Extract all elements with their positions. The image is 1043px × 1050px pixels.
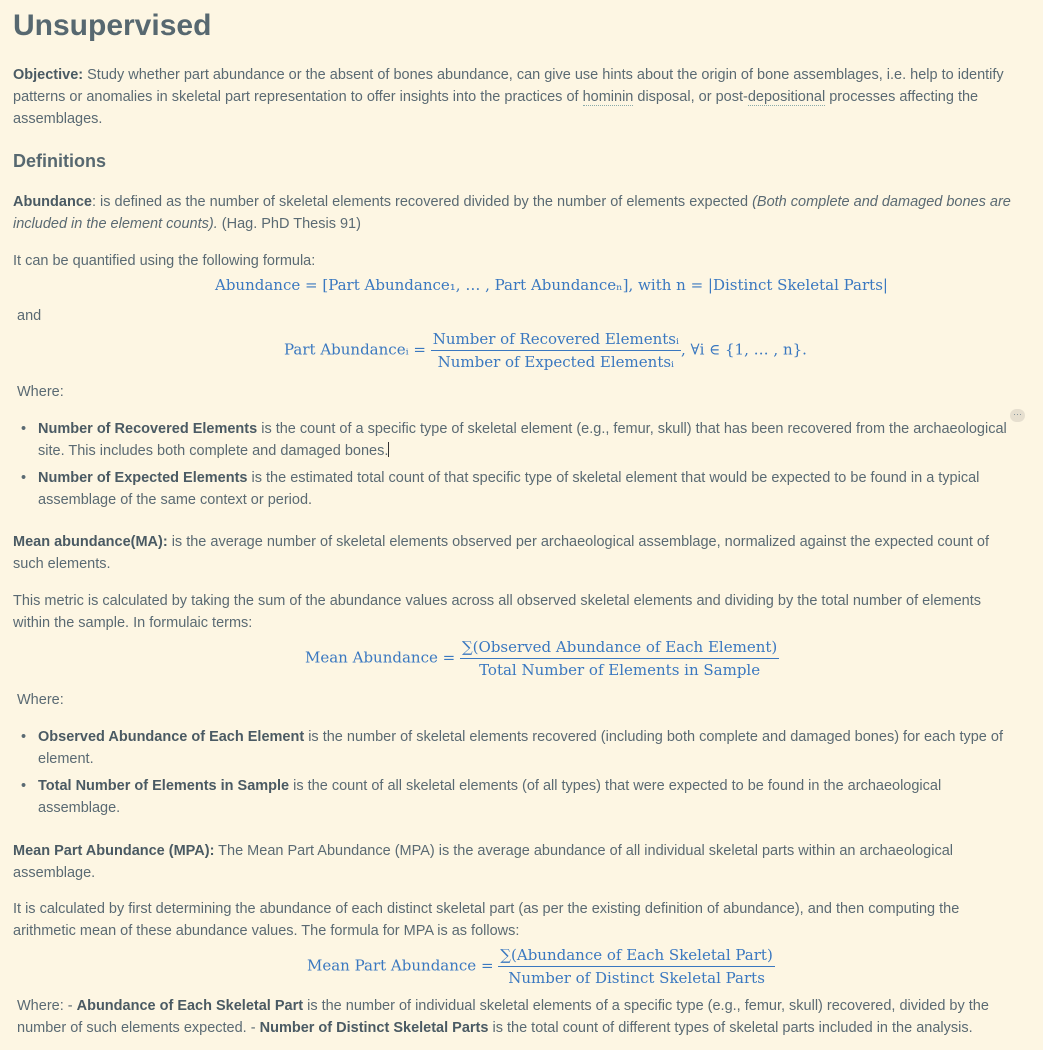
objective-label: Objective: <box>13 67 84 83</box>
mpa-calc: It is calculated by first determining th… <box>13 901 960 939</box>
abundance-bullets: Number of Recovered Elements is the coun… <box>13 418 1013 516</box>
definitions-heading: Definitions <box>13 151 106 171</box>
mean-abundance-paragraph: Mean abundance(MA): is the average numbe… <box>13 531 1013 575</box>
formula-intro: It can be quantified using the following… <box>13 253 316 269</box>
part-abundance-rhs: , ∀i ∈ {1, … , n}. <box>680 340 807 359</box>
mean-abundance-calc: This metric is calculated by taking the … <box>13 593 981 631</box>
mpa-where: Where: - Abundance of Each Skeletal Part… <box>17 995 1017 1039</box>
where-prefix: Where: - <box>17 998 77 1014</box>
where-label: Where: <box>17 384 64 400</box>
mean-abundance-label: Mean abundance(MA): <box>13 534 168 550</box>
list-item: Number of Expected Elements is the estim… <box>13 467 1013 511</box>
and-text: and <box>17 308 42 324</box>
bullet-term: Observed Abundance of Each Element <box>38 729 305 745</box>
fraction-numerator: ∑(Observed Abundance of Each Element) <box>459 637 780 659</box>
objective-paragraph: Objective: Study whether part abundance … <box>13 64 1013 130</box>
abundance-text: : is defined as the number of skeletal e… <box>91 194 753 210</box>
mpa-formula: Mean Part Abundance = ∑(Abundance of Eac… <box>307 945 775 988</box>
fraction-numerator: Number of Recovered Elementsᵢ <box>430 329 681 351</box>
fraction-denominator: Total Number of Elements in Sample <box>479 661 761 679</box>
fraction-denominator: Number of Expected Elementsᵢ <box>437 353 675 371</box>
page-title: Unsupervised <box>13 9 212 42</box>
part-abundance-formula: Part Abundanceᵢ = Number of Recovered El… <box>284 329 807 372</box>
abundance-label: Abundance <box>13 194 92 210</box>
text-cursor <box>388 442 390 457</box>
bullet-term: Number of Expected Elements <box>38 470 248 486</box>
mpa-term1: Abundance of Each Skeletal Part <box>76 998 304 1014</box>
list-item: Total Number of Elements in Sample is th… <box>13 775 1013 819</box>
fraction-denominator: Number of Distinct Skeletal Parts <box>508 969 765 987</box>
fraction-numerator: ∑(Abundance of Each Skeletal Part) <box>498 945 775 967</box>
more-options-icon[interactable]: ··· <box>1010 409 1025 422</box>
mean-abundance-bullets: Observed Abundance of Each Element is th… <box>13 726 1013 824</box>
mean-abundance-lhs: Mean Abundance = <box>305 648 456 667</box>
mpa-lhs: Mean Part Abundance = <box>307 956 494 975</box>
part-abundance-lhs: Part Abundanceᵢ = <box>284 340 426 359</box>
bullet-term: Number of Recovered Elements <box>38 421 258 437</box>
depositional-link[interactable]: depositional <box>747 89 826 106</box>
mpa-term2: Number of Distinct Skeletal Parts <box>259 1020 489 1036</box>
mpa-fraction: ∑(Abundance of Each Skeletal Part) Numbe… <box>498 945 775 988</box>
hominin-link[interactable]: hominin <box>582 89 634 106</box>
mpa-text2: is the total count of different types of… <box>488 1020 973 1036</box>
bullet-term: Total Number of Elements in Sample <box>38 778 290 794</box>
abundance-paragraph: Abundance: is defined as the number of s… <box>13 191 1013 235</box>
where-label: Where: <box>17 692 64 708</box>
list-item: Observed Abundance of Each Element is th… <box>13 726 1013 770</box>
part-abundance-fraction: Number of Recovered Elementsᵢ Number of … <box>430 329 681 372</box>
mean-abundance-formula: Mean Abundance = ∑(Observed Abundance of… <box>305 637 780 680</box>
mpa-label: Mean Part Abundance (MPA): <box>13 843 215 859</box>
objective-text-b: disposal, or post- <box>633 89 748 105</box>
abundance-ref: (Hag. PhD Thesis 91) <box>217 216 361 232</box>
mpa-paragraph: Mean Part Abundance (MPA): The Mean Part… <box>13 840 1013 884</box>
list-item: Number of Recovered Elements is the coun… <box>13 418 1013 462</box>
abundance-formula: Abundance = [Part Abundance₁, … , Part A… <box>215 276 888 294</box>
mean-abundance-fraction: ∑(Observed Abundance of Each Element) To… <box>459 637 780 680</box>
